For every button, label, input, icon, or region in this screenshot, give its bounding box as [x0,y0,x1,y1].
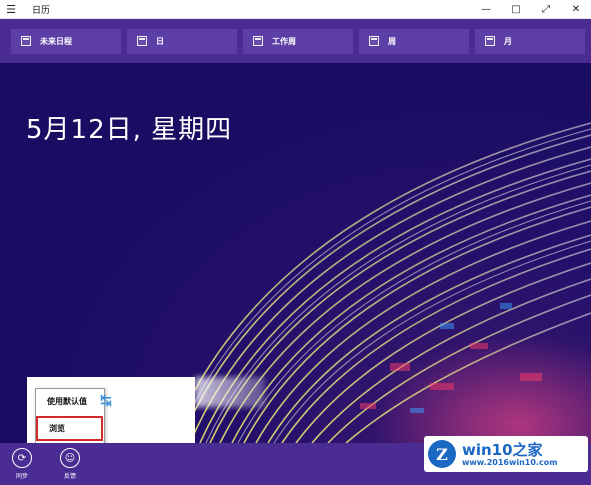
hamburger-icon[interactable]: ☰ [0,0,22,19]
minimize-icon[interactable]: — [471,0,501,19]
view-day-button[interactable]: 日 [127,28,237,54]
feedback-icon: ☺ [60,448,80,468]
window-controls: — □ ⤢ ✕ [471,0,591,19]
view-label: 日 [156,36,164,46]
agenda-icon [21,36,31,46]
watermark-logo-icon: Z [428,440,456,468]
view-label: 未来日程 [40,36,72,46]
view-week-button[interactable]: 周 [359,28,469,54]
view-label: 周 [388,36,396,46]
view-workweek-button[interactable]: 工作周 [243,28,353,54]
sync-button[interactable]: ⟳ 同步 [7,448,37,480]
sync-icon: ⟳ [12,448,32,468]
menu-item-use-default[interactable]: 使用默认值 [36,389,104,414]
week-view-icon [369,36,379,46]
pointer-icon: ↹ [100,393,112,409]
view-label: 月 [504,36,512,46]
context-menu: 使用默认值 浏览 [35,388,105,444]
feedback-button[interactable]: ☺ 反馈 [55,448,85,480]
date-heading: 5月12日, 星期四 [26,115,233,145]
view-toolbar: 未来日程 日 工作周 周 月 [0,19,591,63]
close-icon[interactable]: ✕ [561,0,591,19]
fullscreen-icon[interactable]: ⤢ [531,0,561,19]
maximize-icon[interactable]: □ [501,0,531,19]
app-title: 日历 [32,5,51,16]
sync-label: 同步 [15,473,28,480]
watermark-site: www.2016win10.com [462,457,558,467]
workweek-view-icon [253,36,263,46]
blurred-content [195,377,265,407]
watermark: Z win10之家 www.2016win10.com [424,436,588,472]
view-agenda-button[interactable]: 未来日程 [11,28,121,54]
feedback-label: 反馈 [63,473,76,480]
day-view-icon [137,36,147,46]
month-view-icon [485,36,495,46]
view-label: 工作周 [272,36,296,46]
watermark-brand: win10之家 [462,440,543,459]
view-month-button[interactable]: 月 [475,28,585,54]
title-bar: ☰ 日历 — □ ⤢ ✕ [0,0,591,19]
menu-item-browse[interactable]: 浏览 [36,416,103,441]
